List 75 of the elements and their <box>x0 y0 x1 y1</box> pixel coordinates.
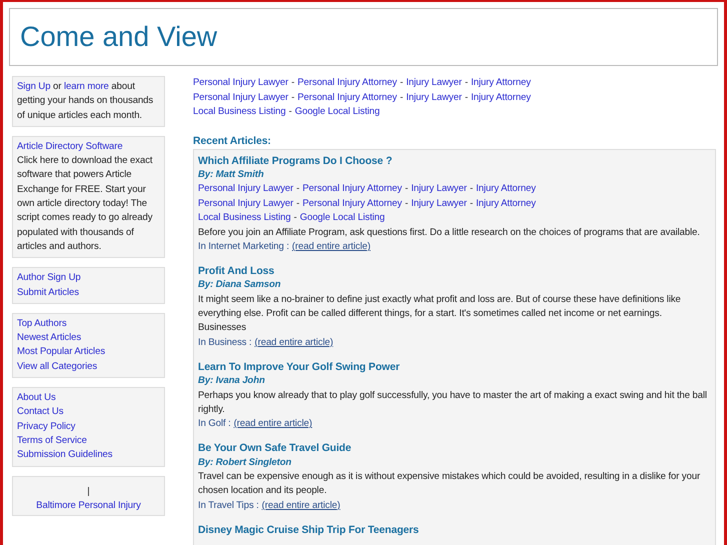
sidebar-link[interactable]: Privacy Policy <box>17 420 76 434</box>
article-author: By: Diana Samson <box>198 278 281 292</box>
promo-text: Click here to download the exact software that powers Article Exchange for FREE. Start your own article directory today! The script comes ready to go already populated with thousands of articles and authors. <box>17 154 154 254</box>
separator-text: - <box>294 211 297 226</box>
sidebar-link[interactable]: Baltimore Personal Injury <box>36 498 141 514</box>
sidebar-link[interactable]: Contact Us <box>17 405 64 420</box>
nav-link[interactable]: Personal Injury Attorney <box>298 90 397 105</box>
separator-text: - <box>464 90 468 104</box>
separator-text: - <box>470 196 473 211</box>
separator-text: - <box>291 90 294 104</box>
article-category: In Travel Tips : <box>198 498 259 513</box>
article-summary: Perhaps you know already that to play golf successfully, you have to master the art of making a exact swing and hit the ball rightly. <box>198 388 708 417</box>
sidebar-link[interactable]: Newest Articles <box>17 331 82 346</box>
separator-text: - <box>400 90 404 104</box>
read-more-link[interactable]: (read entire article) <box>234 417 312 432</box>
nav-link[interactable]: Local Business Listing <box>198 211 291 226</box>
nav-link[interactable]: Injury Attorney <box>470 90 531 105</box>
sidebar-link[interactable]: About Us <box>17 391 56 406</box>
nav-link[interactable]: Personal Injury Attorney <box>302 182 402 197</box>
nav-link[interactable]: Injury Lawyer <box>411 182 467 197</box>
nav-link[interactable]: Google Local Listing <box>300 211 385 226</box>
sidebar-link[interactable]: View all Categories <box>17 360 98 374</box>
article-title[interactable]: Be Your Own Safe Travel Guide <box>198 441 352 456</box>
sidebar-link[interactable]: Most Popular Articles <box>17 345 106 360</box>
sidebar-link[interactable]: Submit Articles <box>17 286 79 300</box>
nav-link[interactable]: Injury Lawyer <box>411 196 467 212</box>
nav-link[interactable]: Personal Injury Attorney <box>302 196 402 212</box>
nav-link[interactable]: Injury Attorney <box>476 182 536 197</box>
signup-text: Sign Up or learn more about getting your hands on thousands of unique articles each month. <box>17 80 154 123</box>
separator-text: - <box>404 182 408 196</box>
nav-link[interactable]: Personal Injury Lawyer <box>193 90 288 105</box>
separator-text: - <box>470 182 473 196</box>
separator-text: - <box>296 182 300 196</box>
separator-text: | <box>87 484 90 499</box>
site-title: Come and View <box>20 20 218 54</box>
article-summary: It might seem like a no-brainer to define just exactly what profit and loss are. But of course these have definitions like everything else. Profit can be called different things, for a start. It's sometimes called net income or net earnings. Businesses <box>198 292 682 336</box>
promo-link[interactable]: Article Directory Software <box>17 140 160 154</box>
separator-text: - <box>404 196 408 211</box>
section-heading: Recent Articles: <box>193 134 272 148</box>
nav-link[interactable]: Local Business Listing <box>193 105 286 120</box>
article-author: By: Matt Smith <box>198 168 264 182</box>
nav-link[interactable]: Personal Injury Lawyer <box>198 182 294 197</box>
sidebar-link[interactable]: Terms of Service <box>17 434 87 448</box>
article-title[interactable]: Profit And Loss <box>198 264 274 278</box>
article-category: In Business : <box>198 336 252 350</box>
article-title[interactable]: Which Affiliate Programs Do I Choose ? <box>198 154 392 168</box>
nav-link[interactable]: Personal Injury Lawyer <box>198 196 294 212</box>
signup-link[interactable]: learn more <box>64 81 109 92</box>
nav-link[interactable]: Personal Injury Lawyer <box>193 76 288 90</box>
separator-text: - <box>464 76 468 90</box>
nav-link[interactable]: Injury Attorney <box>476 196 536 212</box>
read-more-link[interactable]: (read entire article) <box>292 240 370 254</box>
separator-text: - <box>296 196 300 211</box>
separator-text: - <box>400 76 404 90</box>
nav-link[interactable]: Injury Attorney <box>470 76 531 90</box>
read-more-link[interactable]: (read entire article) <box>254 336 334 350</box>
article-title[interactable]: Learn To Improve Your Golf Swing Power <box>198 360 400 374</box>
nav-link[interactable]: Injury Lawyer <box>406 90 462 105</box>
article-author: By: Robert Singleton <box>198 456 292 470</box>
signup-link[interactable]: Sign Up <box>17 81 50 92</box>
sidebar-link[interactable]: Author Sign Up <box>17 271 81 286</box>
article-category: In Golf : <box>198 417 231 432</box>
nav-link[interactable]: Personal Injury Attorney <box>298 76 397 90</box>
nav-link[interactable]: Google Local Listing <box>294 105 380 120</box>
sidebar-link[interactable]: Submission Guidelines <box>17 448 112 463</box>
separator-text: - <box>291 76 294 90</box>
article-title[interactable]: Disney Magic Cruise Ship Trip For Teenagers <box>198 522 419 538</box>
article-category: In Internet Marketing : <box>198 240 290 254</box>
article-author: By: Ivana John <box>198 374 265 388</box>
read-more-link[interactable]: (read entire article) <box>262 498 340 513</box>
article-summary: Before you join an Affiliate Program, ask questions first. Do a little research on the choices of programs that are available. <box>198 226 701 240</box>
article-summary: Travel can be expensive enough as it is without expensive mistakes which could be avoided, resulting in a dislike for your chosen location and its people. <box>198 470 702 498</box>
sidebar-link[interactable]: Top Authors <box>17 316 67 332</box>
separator-text: - <box>288 105 292 119</box>
nav-link[interactable]: Injury Lawyer <box>406 76 462 90</box>
